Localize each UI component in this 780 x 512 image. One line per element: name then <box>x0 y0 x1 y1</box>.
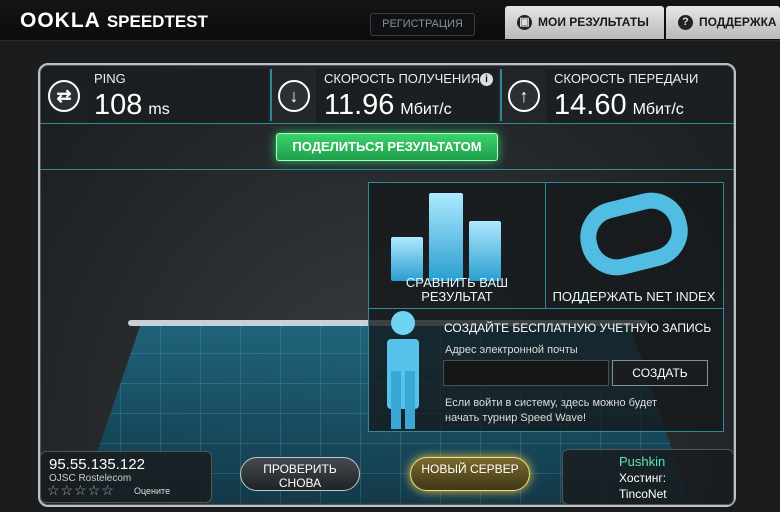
compare-label: СРАВНИТЬ ВАШ РЕЗУЛЬТАТ <box>405 275 509 304</box>
server-city: Pushkin <box>619 454 666 469</box>
email-label: Адрес электронной почты <box>445 344 578 356</box>
support-label: ПОДДЕРЖКА <box>699 15 777 29</box>
new-server-button[interactable]: НОВЫЙ СЕРВЕР <box>410 457 530 491</box>
results-label: МОИ РЕЗУЛЬТАТЫ <box>538 15 649 29</box>
upload-label: СКОРОСТЬ ПЕРЕДАЧИ <box>554 71 699 86</box>
server-info: Pushkin Хостинг: TincoNet <box>562 449 734 505</box>
register-button[interactable]: РЕГИСТРАЦИЯ <box>370 13 475 36</box>
email-input[interactable] <box>443 360 609 386</box>
upload-arrow-icon: ↑ <box>508 80 540 112</box>
bar-chart-icon <box>391 193 525 281</box>
top-bar: OOKLA SPEEDTEST РЕГИСТРАЦИЯ ▣ МОИ РЕЗУЛЬТА… <box>0 0 780 41</box>
ookla-logo[interactable]: OOKLA SPEEDTEST <box>20 9 208 33</box>
info-icon[interactable]: i <box>480 73 493 86</box>
download-value: 11.96 Мбит/с <box>324 89 452 121</box>
client-info: 95.55.135.122 OJSC Rostelecom ☆☆☆☆☆ Оцен… <box>40 451 212 503</box>
download-metric: ↓ СКОРОСТЬ ПОЛУЧЕНИЯ 11.96 Мбит/с <box>272 69 498 123</box>
download-arrow-icon: ↓ <box>278 80 310 112</box>
logo-text: OOKLA <box>20 9 101 32</box>
share-result-button[interactable]: ПОДЕЛИТЬСЯ РЕЗУЛЬТАТОМ <box>276 133 498 161</box>
ping-value: 108 ms <box>94 89 170 121</box>
netindex-label: ПОДДЕРЖАТЬ NET INDEX <box>552 289 716 304</box>
promo-panel: СРАВНИТЬ ВАШ РЕЗУЛЬТАТ ПОДДЕРЖАТЬ NET IN… <box>368 182 724 432</box>
ping-label: PING <box>94 71 126 86</box>
download-label: СКОРОСТЬ ПОЛУЧЕНИЯ <box>324 71 481 86</box>
ip-address: 95.55.135.122 <box>49 456 145 473</box>
rating-stars[interactable]: ☆☆☆☆☆ <box>47 482 115 499</box>
share-band: ПОДЕЛИТЬСЯ РЕЗУЛЬТАТОМ <box>40 125 734 170</box>
compare-result-card[interactable]: СРАВНИТЬ ВАШ РЕЗУЛЬТАТ <box>369 183 546 308</box>
retest-button[interactable]: ПРОВЕРИТЬ СНОВА <box>240 457 360 491</box>
ping-icon: ⇄ <box>48 80 80 112</box>
signup-note: Если войти в систему, здесь можно будет … <box>445 397 658 424</box>
upload-metric: ↑ СКОРОСТЬ ПЕРЕДАЧИ 14.60 Мбит/с <box>502 69 732 123</box>
signup-title: СОЗДАЙТЕ БЕСПЛАТНУЮ УЧЕТНУЮ ЗАПИСЬ <box>444 321 712 335</box>
host-name: TincoNet <box>619 487 667 501</box>
camera-icon: ▣ <box>517 15 532 31</box>
host-label: Хостинг: <box>619 471 667 485</box>
help-icon: ? <box>678 15 693 31</box>
support-tab[interactable]: ? ПОДДЕРЖКА <box>666 6 780 39</box>
create-account-button[interactable]: СОЗДАТЬ <box>612 360 708 386</box>
rate-label: Оцените <box>134 486 171 496</box>
logo-sub: SPEEDTEST <box>106 12 208 31</box>
upload-value: 14.60 Мбит/с <box>554 89 684 121</box>
person-icon <box>387 311 419 429</box>
net-index-card[interactable]: ПОДДЕРЖАТЬ NET INDEX <box>546 183 722 308</box>
speedtest-stage: ⇄ PING 108 ms ↓ СКОРОСТЬ ПОЛУЧЕНИЯ 11.96 М… <box>38 63 736 507</box>
ping-metric: ⇄ PING 108 ms <box>42 69 268 123</box>
net-index-icon <box>572 185 696 283</box>
my-results-tab[interactable]: ▣ МОИ РЕЗУЛЬТАТЫ <box>505 6 664 39</box>
metrics-bar: ⇄ PING 108 ms ↓ СКОРОСТЬ ПОЛУЧЕНИЯ 11.96 М… <box>40 65 734 124</box>
